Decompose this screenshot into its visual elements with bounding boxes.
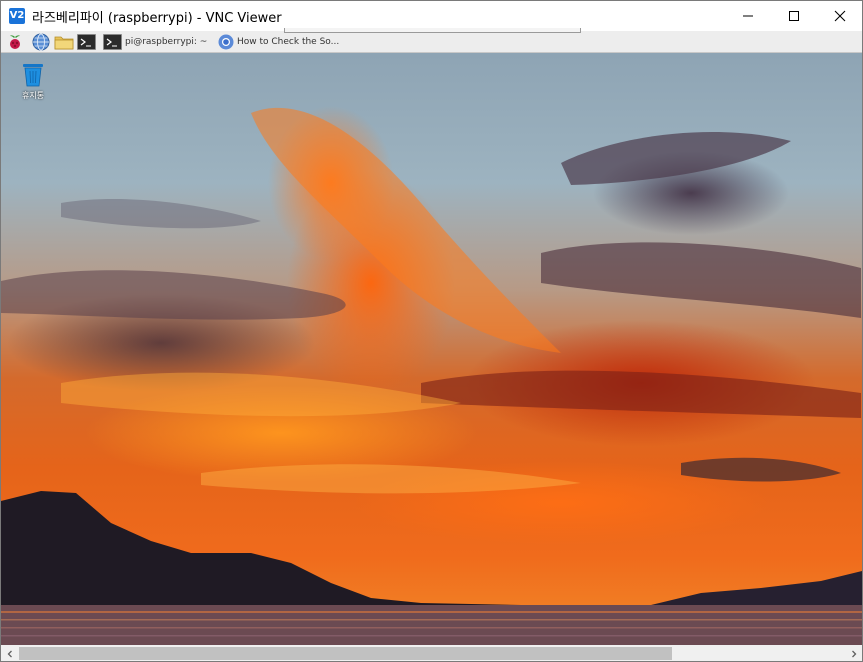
window-title: 라즈베리파이 (raspberrypi) - VNC Viewer — [32, 11, 282, 26]
scroll-left-button[interactable] — [1, 645, 18, 661]
vnc-viewer-window: V2 라즈베리파이 (raspberrypi) - VNC Viewer pi@… — [0, 0, 863, 662]
raspberry-menu-icon[interactable] — [7, 33, 23, 51]
vnc-toolbar-handle[interactable] — [284, 28, 581, 33]
taskbar-task-chromium[interactable]: How to Check the So... — [218, 33, 339, 51]
title-bar[interactable]: V2 라즈베리파이 (raspberrypi) - VNC Viewer — [1, 1, 862, 31]
task-label: How to Check the So... — [237, 37, 340, 47]
horizontal-scrollbar[interactable] — [1, 645, 862, 661]
taskbar-task-terminal[interactable]: pi@raspberrypi: ~ — [103, 33, 207, 51]
chevron-right-icon — [851, 650, 856, 657]
chevron-left-icon — [7, 650, 12, 657]
terminal-icon — [103, 34, 122, 50]
desktop-icon-label: 휴지통 — [21, 91, 45, 100]
file-manager-icon[interactable] — [54, 33, 74, 51]
minimize-button[interactable] — [725, 1, 771, 31]
task-label: pi@raspberrypi: ~ — [125, 37, 208, 47]
wallpaper-landscape — [1, 107, 862, 645]
desktop-icon-trash[interactable]: 휴지통 — [15, 61, 51, 101]
close-icon — [834, 10, 846, 22]
close-button[interactable] — [817, 1, 862, 31]
maximize-icon — [789, 11, 799, 21]
desktop-wallpaper[interactable]: 휴지통 — [1, 53, 862, 645]
maximize-button[interactable] — [771, 1, 817, 31]
chromium-icon — [218, 34, 234, 50]
vnc-app-icon: V2 — [9, 8, 25, 24]
scroll-right-button[interactable] — [845, 645, 862, 661]
terminal-icon[interactable] — [77, 33, 96, 51]
trash-icon — [23, 64, 43, 87]
minimize-icon — [743, 15, 753, 17]
remote-desktop-view[interactable]: pi@raspberrypi: ~ How to Check the So... — [1, 31, 862, 645]
pi-taskbar: pi@raspberrypi: ~ How to Check the So... — [1, 31, 862, 53]
scrollbar-thumb[interactable] — [19, 647, 672, 660]
web-browser-icon[interactable] — [32, 33, 50, 51]
